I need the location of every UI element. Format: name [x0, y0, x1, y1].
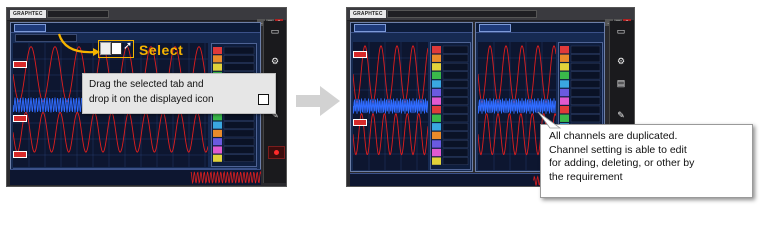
- channel-color-chip[interactable]: [432, 131, 441, 140]
- cursor-icon: ➚: [123, 40, 133, 52]
- channel-color-chip[interactable]: [560, 71, 569, 80]
- channel-color-chip[interactable]: [432, 46, 441, 54]
- channel-color-chip[interactable]: [560, 80, 569, 88]
- duplication-note-callout: All channels are duplicated. Channel set…: [540, 124, 753, 198]
- waveform-panel-primary: [350, 22, 473, 172]
- dual-screen-icon: [258, 94, 269, 105]
- instruction-line-1: Drag the selected tab and: [89, 79, 204, 90]
- transition-arrow-icon: [296, 86, 340, 116]
- gear-icon[interactable]: ⚙: [615, 57, 627, 66]
- panel-header: [476, 23, 604, 33]
- channel-color-chip[interactable]: [432, 71, 441, 80]
- instruction-line-2: drop it on the displayed icon: [89, 94, 214, 105]
- channel-color-chip[interactable]: [432, 63, 441, 71]
- channel-value-cell: [442, 71, 469, 80]
- channel-value-cell: [442, 62, 469, 71]
- channel-value-cell: [570, 80, 601, 88]
- channel-color-chip[interactable]: [432, 157, 441, 165]
- channel-marker: [353, 119, 367, 126]
- dual-screen-icon[interactable]: ▭: [615, 27, 627, 36]
- right-title-bar: GRAPHTEC _□×: [347, 8, 634, 26]
- select-label: Select: [139, 42, 184, 58]
- channel-color-chip[interactable]: [432, 114, 441, 122]
- channel-color-chip[interactable]: [432, 123, 441, 131]
- note-line-3: for adding, deleting, or other by: [549, 157, 695, 169]
- channel-list: [430, 42, 471, 170]
- panel-tab[interactable]: [479, 24, 511, 32]
- channel-value-cell: [570, 88, 601, 97]
- channel-value-cell: [570, 54, 601, 63]
- panel-tab[interactable]: [354, 24, 386, 32]
- note-line-2: Channel setting is able to edit: [549, 143, 687, 156]
- channel-value-cell: [570, 114, 601, 123]
- channel-value-cell: [442, 140, 469, 148]
- panel-header: [351, 23, 472, 33]
- channel-color-chip[interactable]: [432, 106, 441, 114]
- app-logo: GRAPHTEC: [350, 10, 386, 18]
- monitor-icon[interactable]: [100, 42, 111, 55]
- left-app-window: GRAPHTEC _□× ▭ ⚙: [6, 7, 287, 187]
- channel-value-cell: [442, 114, 469, 123]
- channel-color-chip[interactable]: [432, 140, 441, 148]
- channel-value-cell: [570, 62, 601, 71]
- channel-color-chip[interactable]: [560, 88, 569, 97]
- channel-value-cell: [570, 71, 601, 80]
- channel-color-chip[interactable]: [560, 63, 569, 71]
- channel-value-cell: [442, 122, 469, 131]
- channel-value-cell: [570, 97, 601, 105]
- channel-value-cell: [442, 80, 469, 88]
- channel-value-cell: [570, 45, 601, 54]
- channel-value-cell: [442, 157, 469, 166]
- channel-value-cell: [442, 45, 469, 54]
- channel-value-cell: [442, 97, 469, 105]
- channel-color-chip[interactable]: [432, 80, 441, 88]
- channel-value-cell: [442, 148, 469, 157]
- channel-value-cell: [442, 88, 469, 97]
- channel-color-chip[interactable]: [432, 54, 441, 62]
- callout-pointer: [537, 111, 562, 129]
- channel-color-chip[interactable]: [560, 46, 569, 54]
- wrench-icon[interactable]: ✎: [615, 111, 627, 120]
- channel-color-chip[interactable]: [560, 54, 569, 62]
- channel-color-chip[interactable]: [432, 97, 441, 105]
- note-line-1: All channels are duplicated.: [549, 130, 678, 142]
- instruction-callout: Drag the selected tab and drop it on the…: [82, 73, 276, 114]
- channel-color-chip[interactable]: [560, 97, 569, 105]
- channel-value-cell: [570, 105, 601, 114]
- channel-value-cell: [442, 54, 469, 63]
- document-icon[interactable]: ▤: [615, 79, 627, 88]
- file-path-field: [387, 10, 537, 18]
- channel-value-cell: [442, 131, 469, 140]
- note-line-4: the requirement: [549, 170, 623, 183]
- channel-value-cell: [442, 105, 469, 114]
- channel-marker: [353, 51, 367, 58]
- copy-icon[interactable]: [111, 42, 122, 55]
- channel-color-chip[interactable]: [432, 88, 441, 97]
- channel-color-chip[interactable]: [432, 148, 441, 157]
- waveform-area: [353, 42, 428, 170]
